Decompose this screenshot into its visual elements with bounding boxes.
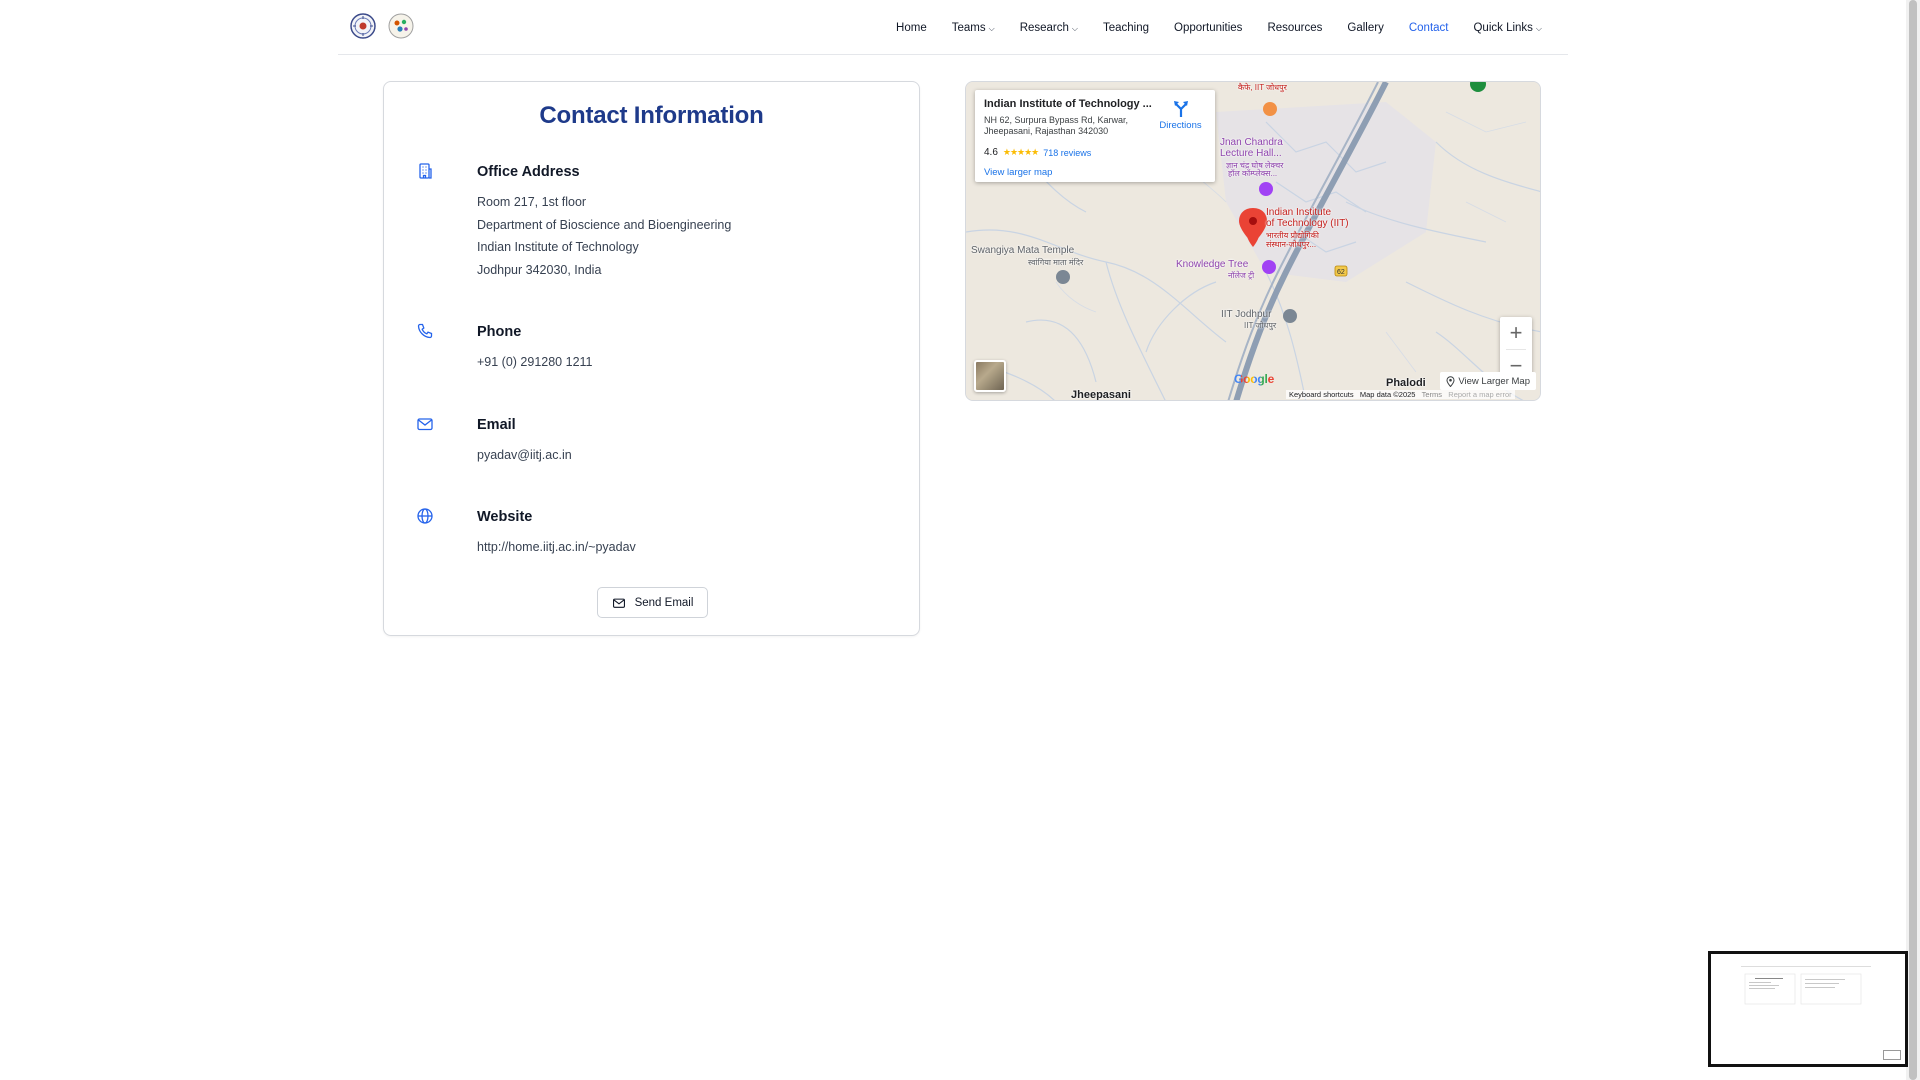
nav-home-label: Home [896, 21, 927, 34]
keyboard-shortcuts-link[interactable]: Keyboard shortcuts [1289, 390, 1354, 399]
email-title: Email [477, 417, 516, 433]
send-email-button[interactable]: Send Email [597, 587, 708, 618]
preview-viewport-indicator [1883, 1050, 1901, 1060]
zoom-in-button[interactable]: + [1500, 317, 1532, 349]
nav-quick-links-label: Quick Links [1473, 21, 1533, 34]
phone-icon [417, 323, 433, 339]
map-label: स्वांगिया माता मंदिर [1028, 258, 1084, 267]
terms-link[interactable]: Terms [1422, 390, 1442, 399]
address-line: Department of Bioscience and Bioengineer… [477, 217, 732, 232]
institute-logo-icon[interactable] [350, 13, 376, 39]
email-value[interactable]: pyadav@iitj.ac.in [477, 444, 572, 467]
view-larger-map-label: View Larger Map [1458, 375, 1530, 387]
nav-opportunities[interactable]: Opportunities [1174, 22, 1242, 34]
map-attribution: Keyboard shortcuts Map data ©2025 Terms … [1286, 390, 1515, 399]
view-larger-map-link[interactable]: View larger map [984, 167, 1052, 178]
nav-resources-label: Resources [1267, 21, 1323, 34]
map-pin-icon [1446, 375, 1455, 387]
map-data-text: Map data ©2025 [1359, 390, 1416, 399]
nav-research-label: Research [1019, 21, 1069, 34]
chevron-down-icon: ⌵ [988, 23, 995, 33]
view-larger-map-button[interactable]: View Larger Map [1440, 372, 1536, 390]
mail-icon [612, 598, 625, 608]
place-address: NH 62, Surpura Bypass Rd, Karwar, Jheepa… [984, 115, 1129, 136]
page: Home Teams ⌵ Research ⌵ Teaching Opportuni… [0, 0, 1920, 1080]
map-label: IIT Jodhpur [1221, 309, 1272, 320]
main-nav: Home Teams ⌵ Research ⌵ Teaching Opportuni… [896, 0, 1542, 55]
map-label: संस्थान-जोधपुर... [1266, 240, 1317, 249]
directions-button[interactable]: Directions [1158, 100, 1203, 131]
embedded-map[interactable]: कैफे, IIT जोधपुर Jnan Chandra Lecture Ha… [965, 81, 1541, 401]
directions-icon [1173, 101, 1188, 117]
place-info-card: Indian Institute of Technology ... NH 62… [975, 90, 1215, 182]
phone-title: Phone [477, 324, 522, 340]
globe-icon [417, 508, 433, 524]
nav-contact[interactable]: Contact [1409, 22, 1449, 34]
directions-label: Directions [1159, 120, 1202, 131]
map-label: of Technology (IIT) [1266, 218, 1349, 229]
nav-quick-links[interactable]: Quick Links ⌵ [1473, 22, 1542, 34]
place-rating: 4.6 ★★★★★ 718 reviews [984, 147, 1091, 158]
report-error-link[interactable]: Report a map error [1448, 390, 1511, 399]
google-wordmark: Google [1234, 372, 1275, 386]
map-label: Swangiya Mata Temple [971, 245, 1075, 256]
map-label: Phalodi [1386, 377, 1426, 389]
building-icon [419, 163, 432, 179]
map-label: Knowledge Tree [1176, 259, 1249, 270]
map-label: नॉलेज ट्री [1228, 271, 1255, 280]
website-title: Website [477, 509, 533, 525]
nav-contact-label: Contact [1408, 21, 1449, 34]
office-address-title: Office Address [477, 164, 580, 180]
map-label: IIT जोधपुर [1244, 321, 1277, 330]
phone-value[interactable]: +91 (0) 291280 1211 [477, 351, 593, 374]
satellite-layer-toggle[interactable] [974, 360, 1006, 392]
map-label: Lecture Hall... [1220, 148, 1282, 159]
website-value[interactable]: http://home.iitj.ac.in/~pyadav [477, 536, 636, 559]
address-line: Indian Institute of Technology [477, 240, 639, 254]
chevron-down-icon: ⌵ [1535, 23, 1542, 33]
chevron-down-icon: ⌵ [1071, 23, 1078, 33]
nav-opportunities-label: Opportunities [1174, 21, 1243, 34]
nav-research[interactable]: Research ⌵ [1020, 22, 1078, 34]
map-label: Jnan Chandra [1220, 137, 1283, 148]
reviews-link[interactable]: 718 reviews [1043, 148, 1091, 158]
logo-group [350, 13, 414, 39]
page-scrollbar[interactable] [1906, 0, 1920, 1080]
nav-teaching[interactable]: Teaching [1103, 22, 1149, 34]
page-preview-thumbnail[interactable] [1708, 951, 1908, 1067]
scrollbar-thumb[interactable] [1909, 0, 1917, 1080]
map-label: हॉल कॉम्प्लेक्स... [1228, 169, 1278, 178]
nav-resources[interactable]: Resources [1267, 22, 1322, 34]
send-email-label: Send Email [634, 596, 694, 609]
nav-teaching-label: Teaching [1102, 21, 1150, 34]
google-logo: Google [1234, 372, 1274, 386]
nav-home[interactable]: Home [896, 22, 927, 34]
address-line: Jodhpur 342030, India [477, 262, 602, 277]
nav-gallery-label: Gallery [1347, 21, 1384, 34]
contact-card: Contact Information Office Address Room … [383, 81, 920, 636]
lab-logo-icon[interactable] [388, 13, 414, 39]
star-rating-icon: ★★★★★ [1002, 147, 1039, 157]
contact-title: Contact Information [539, 102, 764, 129]
rating-value: 4.6 [984, 147, 998, 158]
map-label: Jheepasani [1071, 389, 1131, 401]
nav-teams-label: Teams [951, 21, 986, 34]
address-line: Room 217, 1st floor [477, 195, 587, 209]
mail-icon [417, 418, 433, 431]
route-shield-label: 62 [1337, 269, 1345, 276]
office-address-lines: Room 217, 1st floor Department of Biosci… [477, 191, 731, 281]
nav-gallery[interactable]: Gallery [1347, 22, 1383, 34]
map-label: कैफे, IIT जोधपुर [1238, 83, 1287, 92]
site-header: Home Teams ⌵ Research ⌵ Teaching Opportuni… [338, 0, 1568, 55]
preview-content [1741, 966, 1871, 1005]
map-label: Indian Institute [1266, 207, 1332, 218]
nav-teams[interactable]: Teams ⌵ [952, 22, 995, 34]
